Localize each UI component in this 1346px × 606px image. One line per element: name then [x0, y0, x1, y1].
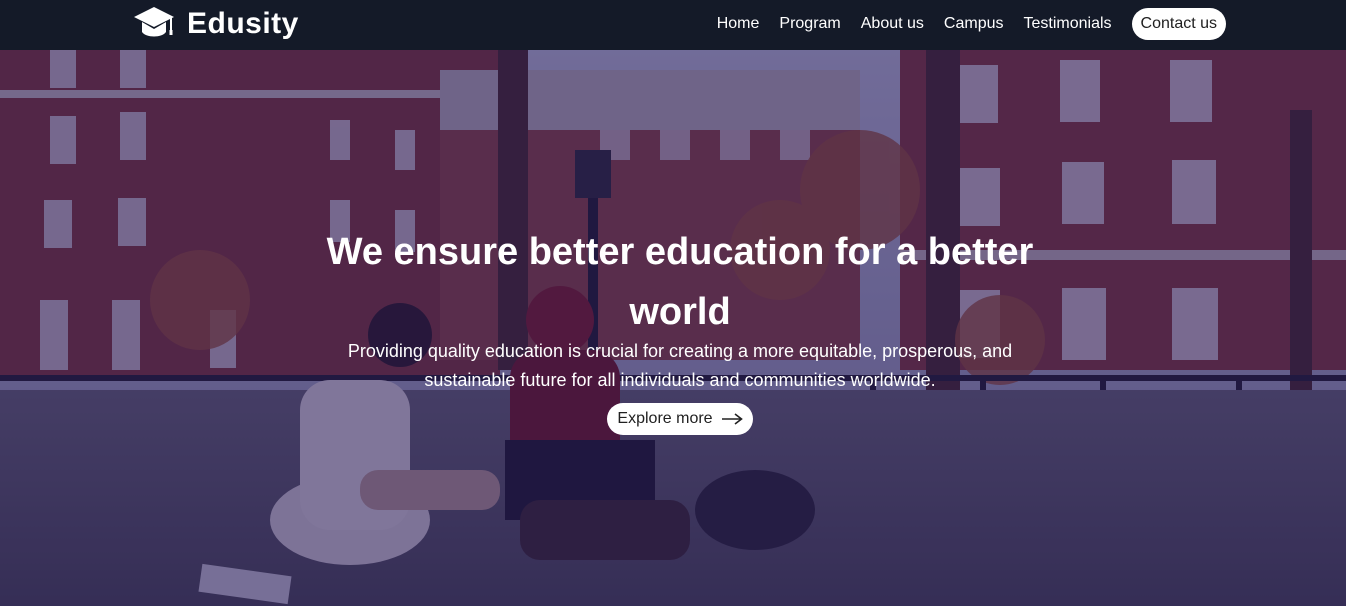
hero-subtitle: Providing quality education is crucial f…	[347, 341, 1013, 390]
navbar: Edusity Home Program About us Campus Tes…	[0, 0, 1346, 50]
nav-link-testimonials[interactable]: Testimonials	[1023, 11, 1111, 37]
contact-us-button[interactable]: Contact us	[1131, 8, 1226, 40]
explore-more-label: Explore more	[617, 410, 713, 427]
hero-title: We ensure better education for a better …	[326, 231, 1034, 333]
logo[interactable]: Edusity	[133, 4, 299, 44]
hero-section: We ensure better education for a better …	[0, 50, 1346, 606]
explore-more-button[interactable]: Explore more	[607, 403, 753, 435]
graduation-cap-icon	[134, 7, 174, 37]
nav-links: Home Program About us Campus Testimonial…	[697, 8, 1226, 40]
brand-name: Edusity	[187, 7, 299, 40]
nav-link-home[interactable]: Home	[717, 11, 760, 37]
arrow-right-icon	[721, 413, 743, 425]
nav-link-campus[interactable]: Campus	[944, 11, 1004, 37]
nav-link-about[interactable]: About us	[861, 11, 924, 37]
nav-link-program[interactable]: Program	[779, 11, 840, 37]
